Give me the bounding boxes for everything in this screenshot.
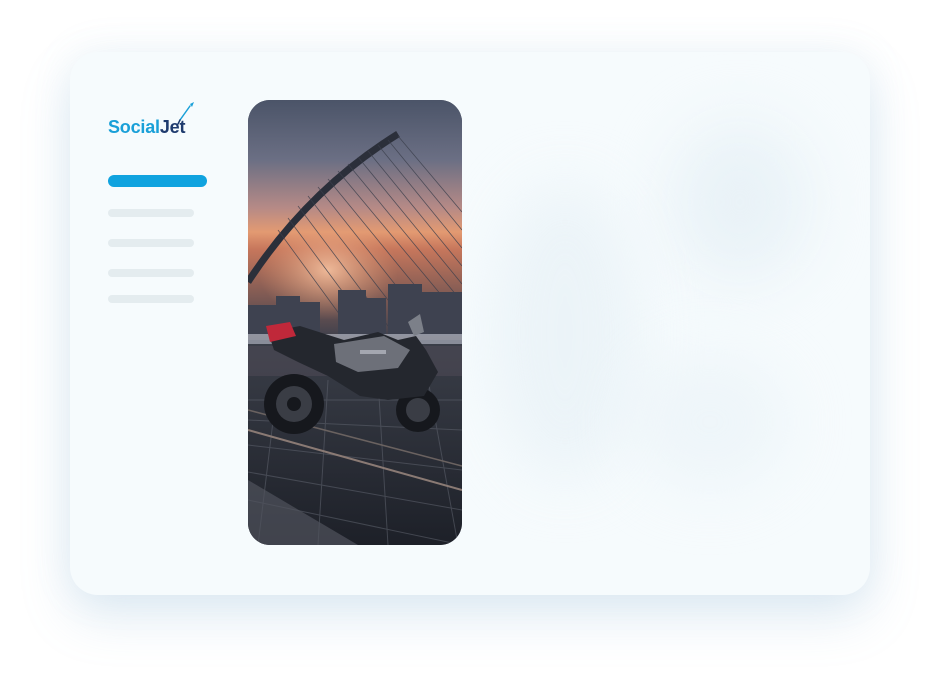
- jet-icon: [177, 102, 194, 125]
- motorcycle-photo: [248, 100, 462, 545]
- post-preview-image[interactable]: [248, 100, 462, 545]
- app-window: SocialJet: [70, 52, 870, 595]
- sidebar-item[interactable]: [108, 269, 194, 277]
- blurred-background-shape: [630, 352, 790, 492]
- sociajet-logo[interactable]: SocialJet: [108, 100, 228, 142]
- blurred-background-shape: [490, 182, 640, 482]
- sidebar-item[interactable]: [108, 209, 194, 217]
- sidebar-item-active[interactable]: [108, 175, 207, 187]
- blurred-background-shape: [670, 122, 810, 282]
- sidebar-item[interactable]: [108, 295, 194, 303]
- sidebar-item[interactable]: [108, 239, 194, 247]
